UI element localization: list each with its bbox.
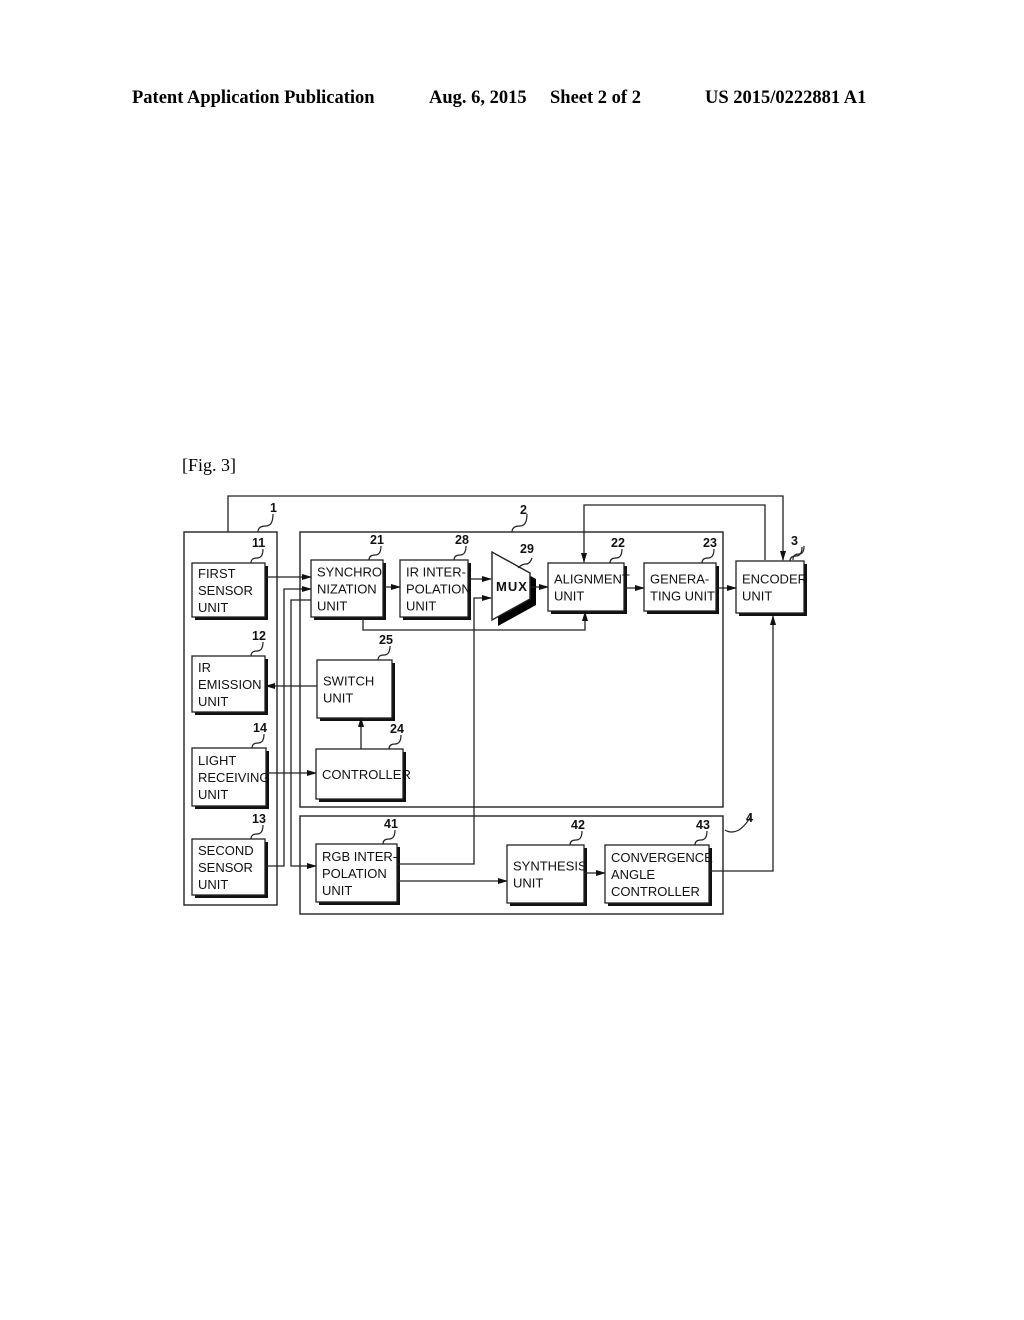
block-label-line: UNIT [742, 589, 772, 604]
block-switch: SWITCH UNIT 25 [316, 633, 395, 721]
block-first-sensor: FIRST SENSOR UNIT 11 [191, 536, 268, 620]
block-label-line: SYNTHESIS [513, 859, 587, 874]
block-second-sensor: SECOND SENSOR UNIT 13 [191, 812, 268, 898]
block-label-line: RGB INTER- [322, 849, 397, 864]
ref-group-1: 1 [270, 501, 277, 515]
block-label-line: NIZATION [317, 582, 377, 597]
block-label-line: SENSOR [198, 583, 253, 598]
block-diagram: 1 2 4 FIRST SENSOR UNIT 11 IR EMISSION UNIT 12 L… [183, 495, 807, 915]
block-label-line: FIRST [198, 566, 236, 581]
block-label-line: SENSOR [198, 860, 253, 875]
block-ref-number: 21 [370, 533, 384, 547]
wire-encoder-to-alignment [581, 504, 766, 563]
block-label-line: CONTROLLER [611, 884, 700, 899]
block-label-line: CONVERGENCE [611, 850, 713, 865]
block-synchronization: SYNCHRO- NIZATION UNIT 21 [310, 533, 386, 620]
block-label-line: UNIT [198, 694, 228, 709]
block-label-line: LIGHT [198, 753, 236, 768]
block-label-line: ALIGNMENT [554, 572, 630, 587]
block-rgb-interpolation: RGB INTER- POLATION UNIT 41 [315, 817, 400, 905]
block-label-line: UNIT [323, 691, 353, 706]
block-ref-number: 42 [571, 818, 585, 832]
block-convergence: CONVERGENCE ANGLE CONTROLLER 43 [604, 818, 713, 906]
block-label-line: CONTROLLER [322, 767, 411, 782]
block-ref-number: 43 [696, 818, 710, 832]
block-ir-interpolation: IR INTER- POLATION UNIT 28 [399, 533, 471, 620]
block-label-line: UNIT [513, 876, 543, 891]
block-ref-number: 28 [455, 533, 469, 547]
block-label-line: POLATION [406, 582, 471, 597]
wire-rgb-to-mux [397, 595, 492, 865]
block-label-line: UNIT [406, 599, 436, 614]
block-encoder: ENCODER UNIT 3 [735, 534, 807, 616]
block-label-line: SWITCH [323, 674, 374, 689]
block-label-line: POLATION [322, 866, 387, 881]
block-label-line: UNIT [198, 877, 228, 892]
block-label-line: UNIT [554, 589, 584, 604]
block-ref-number: 14 [253, 721, 267, 735]
block-label-line: GENERA- [650, 572, 709, 587]
block-ref-number: 23 [703, 536, 717, 550]
block-ref-number: 24 [390, 722, 404, 736]
block-synthesis: SYNTHESIS UNIT 42 [506, 818, 587, 906]
block-label-line: UNIT [322, 883, 352, 898]
block-ref-number: 11 [252, 536, 265, 550]
mux-block: MUX 29 [491, 542, 536, 626]
ref-mux: 29 [520, 542, 534, 556]
wire-convergence-to-encoder [709, 615, 776, 872]
block-label-line: TING UNIT [650, 589, 715, 604]
block-label-line: ANGLE [611, 867, 655, 882]
mux-label: MUX [496, 579, 528, 594]
block-ref-number: 13 [252, 812, 266, 826]
ref-group-2: 2 [520, 503, 527, 517]
block-label-line: SYNCHRO- [317, 565, 386, 580]
block-label-line: IR INTER- [406, 565, 466, 580]
block-label-line: UNIT [198, 787, 228, 802]
block-label-line: UNIT [198, 600, 228, 615]
block-label-line: RECEIVING [198, 770, 270, 785]
block-ref-number: 12 [252, 629, 266, 643]
block-controller: CONTROLLER 24 [315, 722, 411, 802]
ref-group-4: 4 [746, 811, 753, 825]
block-label-line: IR [198, 660, 211, 675]
block-alignment: ALIGNMENT UNIT 22 [547, 536, 630, 614]
block-label-line: EMISSION [198, 677, 262, 692]
block-ref-number: 25 [379, 633, 393, 647]
block-ref-number: 41 [384, 817, 398, 831]
block-ref-number: 3 [791, 534, 798, 548]
block-ref-number: 22 [611, 536, 625, 550]
wire-sync-to-rgb [290, 599, 317, 869]
block-label-line: SECOND [198, 843, 254, 858]
block-ir-emission: IR EMISSION UNIT 12 [191, 629, 268, 715]
block-label-line: UNIT [317, 599, 347, 614]
block-light-receiving: LIGHT RECEIVING UNIT 14 [191, 721, 270, 809]
block-generating: GENERA- TING UNIT 23 [643, 536, 719, 614]
block-label-line: ENCODER [742, 572, 807, 587]
wire-second-sensor-to-sync [265, 586, 312, 867]
